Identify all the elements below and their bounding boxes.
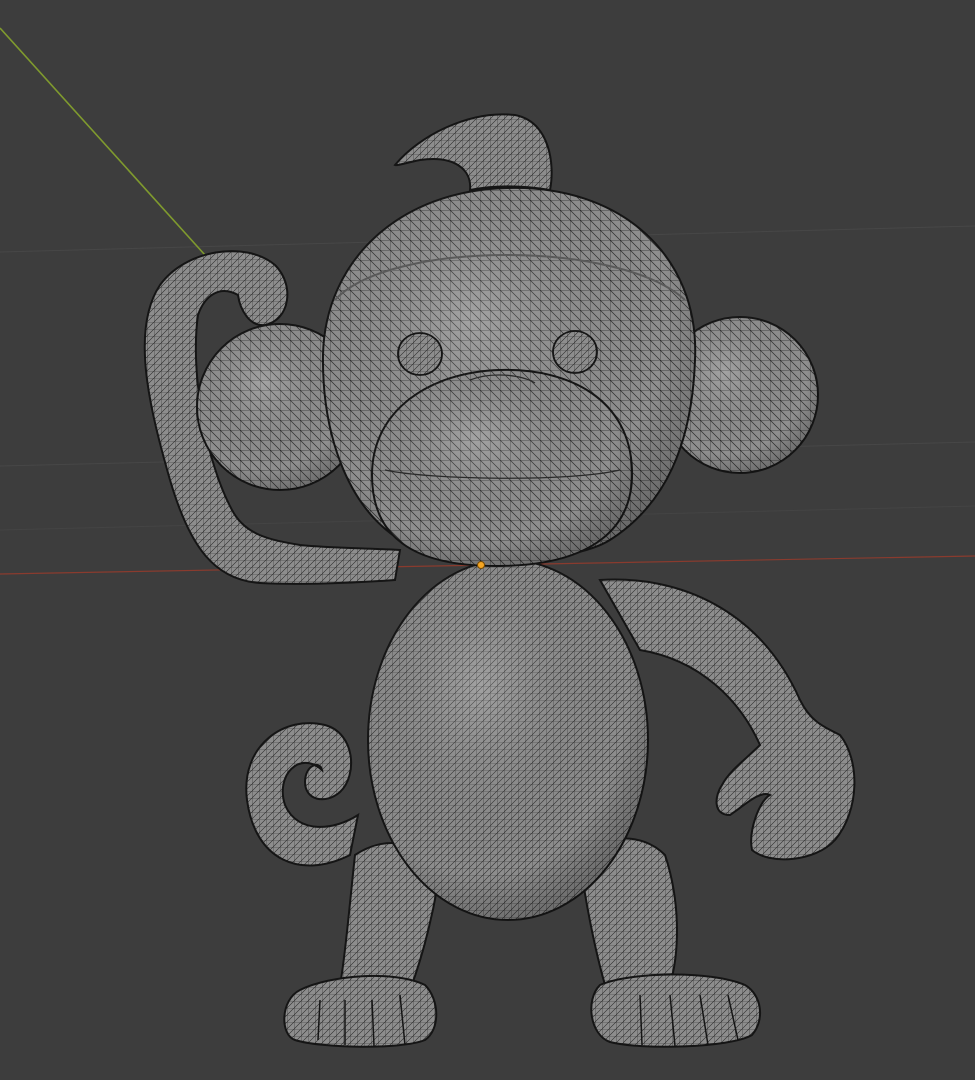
monkey-mesh[interactable] — [143, 113, 856, 1048]
hair-tuft[interactable] — [393, 113, 553, 192]
viewport-canvas[interactable] — [0, 0, 975, 1080]
right-eye[interactable] — [552, 330, 598, 374]
3d-viewport[interactable] — [0, 0, 975, 1080]
muzzle-shading — [372, 369, 633, 567]
y-axis-line — [0, 27, 206, 256]
body-shading — [368, 560, 648, 920]
tail[interactable] — [245, 722, 360, 867]
object-origin-dot[interactable] — [477, 561, 485, 569]
right-foot[interactable] — [590, 973, 762, 1048]
left-eye[interactable] — [397, 332, 443, 376]
left-foot[interactable] — [283, 974, 438, 1048]
